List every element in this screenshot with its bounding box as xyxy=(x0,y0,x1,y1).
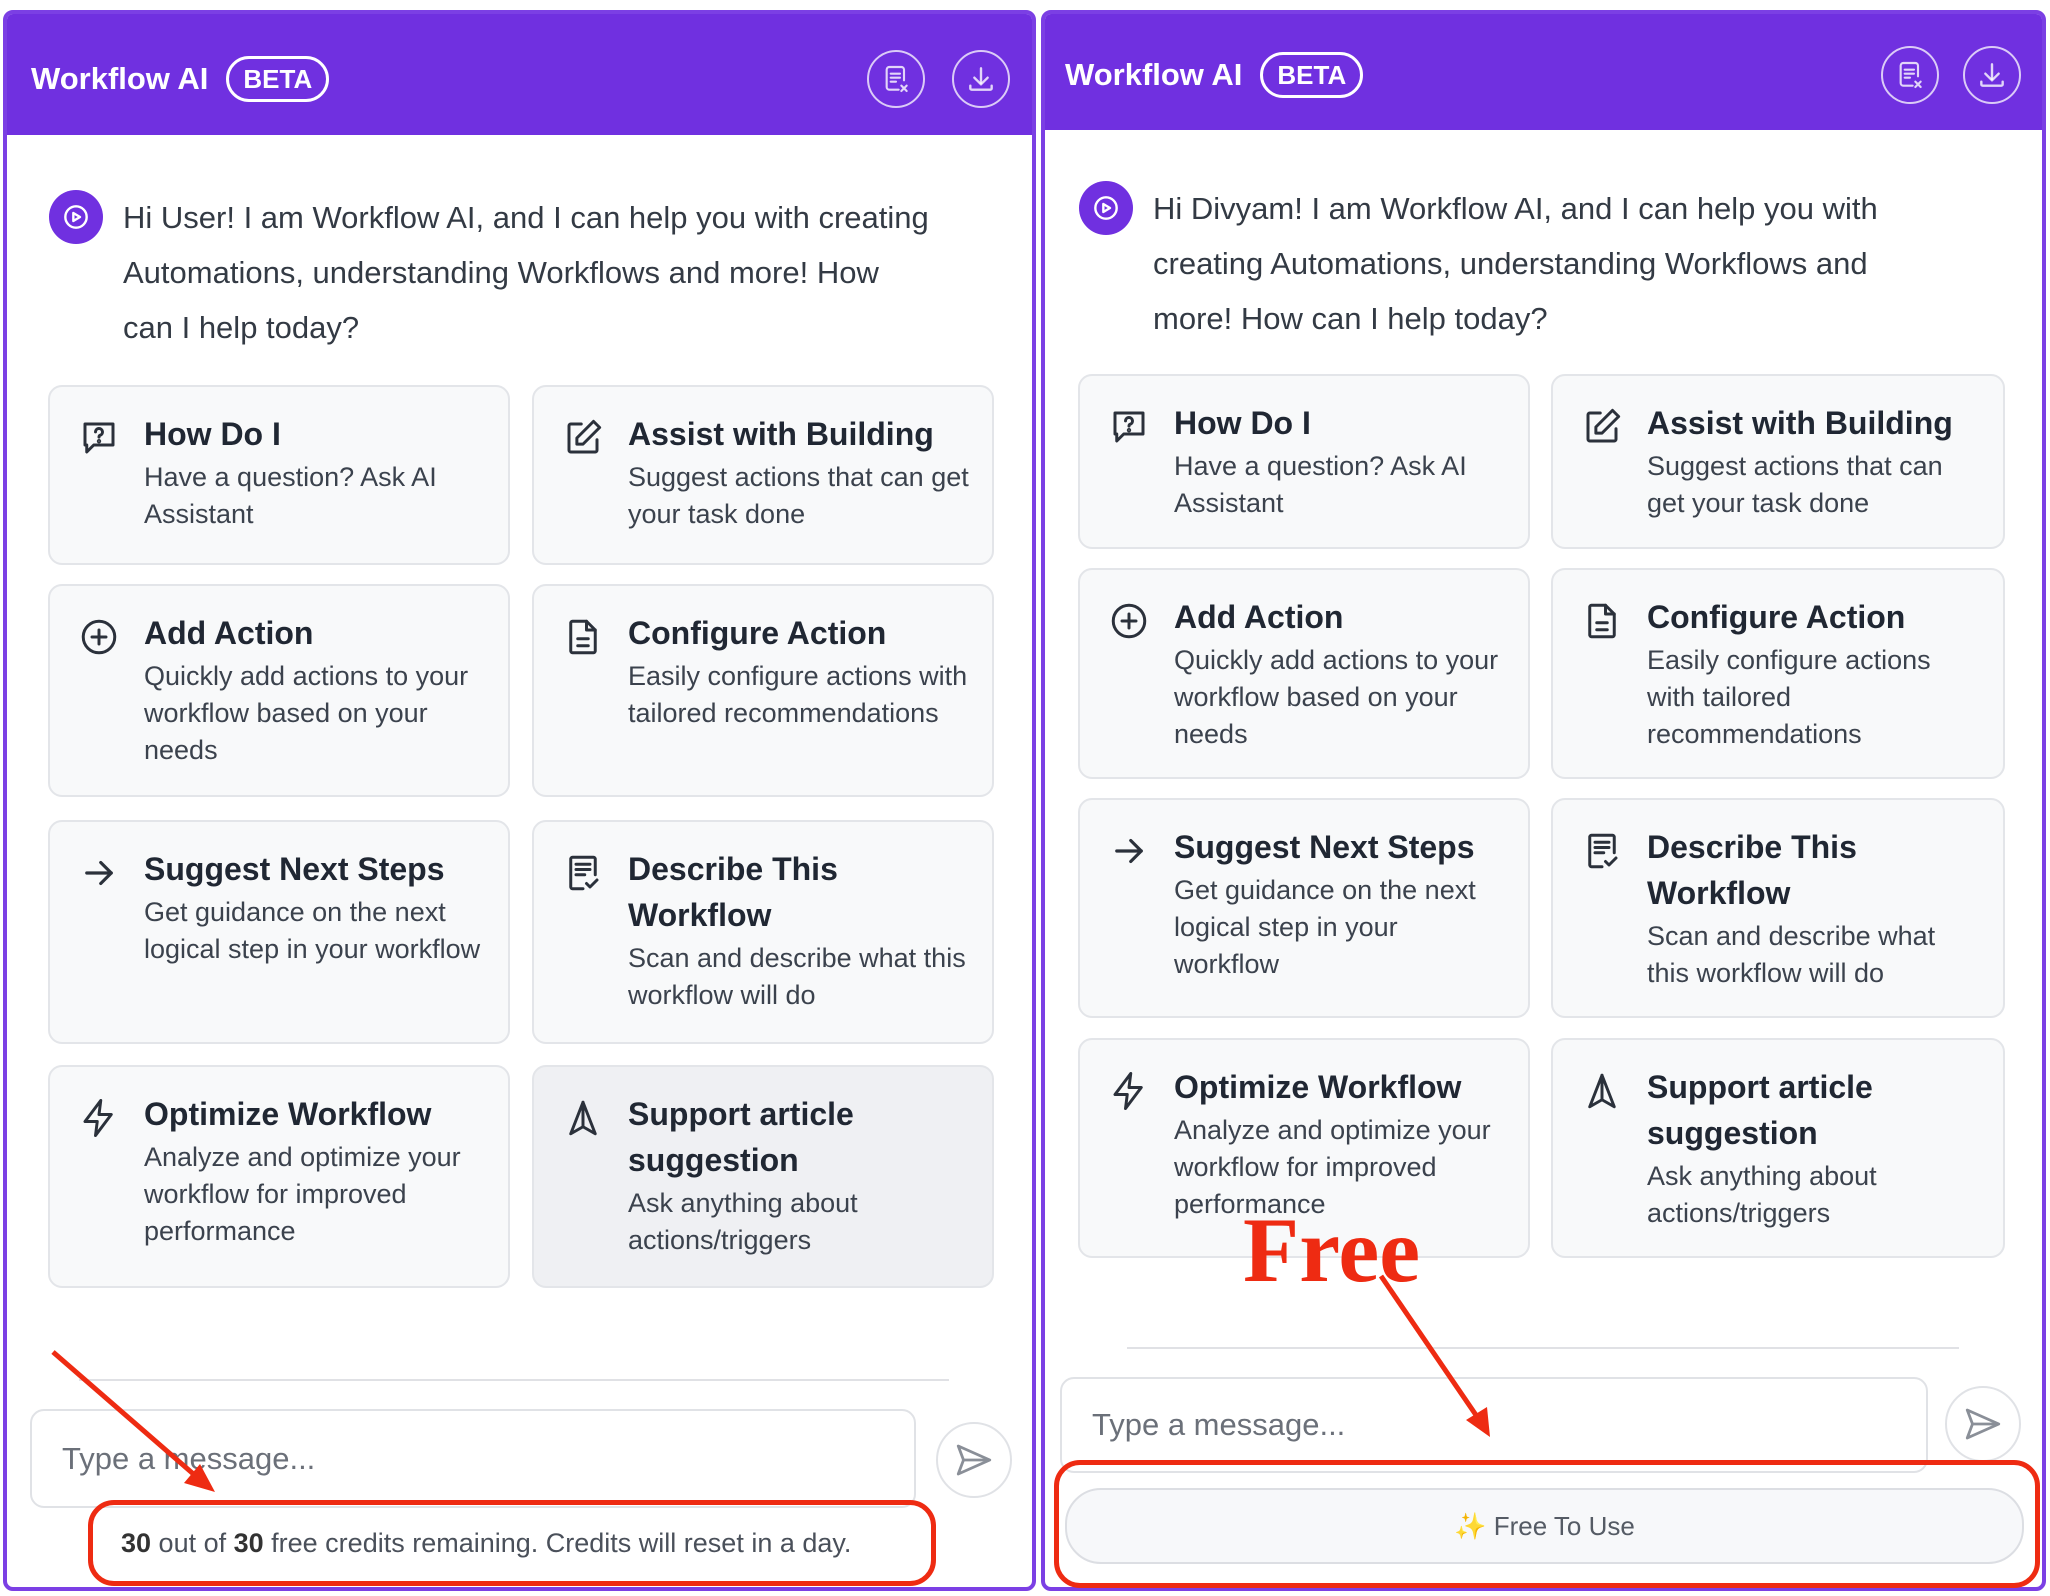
card-title: How Do I xyxy=(144,416,281,452)
card-desc: Quickly add actions to your workflow bas… xyxy=(1174,645,1499,749)
card-suggest-next-steps[interactable]: Suggest Next Steps Get guidance on the ne… xyxy=(48,820,510,1044)
ai-bot-icon xyxy=(1094,196,1118,220)
question-chat-icon xyxy=(83,422,115,454)
card-desc: Have a question? Ask AI Assistant xyxy=(144,462,437,529)
beta-badge: BETA xyxy=(1260,52,1364,98)
card-desc: Ask anything about actions/triggers xyxy=(628,1188,858,1255)
card-title: Configure Action xyxy=(628,615,887,651)
document-icon xyxy=(1588,603,1616,639)
card-title: Suggest Next Steps xyxy=(1174,829,1475,865)
greeting-message: Hi User! I am Workflow AI, and I can hel… xyxy=(49,190,929,355)
free-annotation-label: Free xyxy=(1243,1199,1421,1301)
message-input[interactable]: Type a message... xyxy=(30,1409,916,1508)
card-desc: Have a question? Ask AI Assistant xyxy=(1174,451,1467,518)
card-desc: Suggest actions that can get your task d… xyxy=(628,462,969,529)
arrow-right-icon xyxy=(85,860,113,886)
divider xyxy=(1127,1347,1959,1349)
checklist-icon xyxy=(1588,833,1618,869)
card-suggest-next-steps[interactable]: Suggest Next Steps Get guidance on the ne… xyxy=(1078,798,1530,1018)
card-title: Assist with Building xyxy=(628,416,934,452)
card-title: Optimize Workflow xyxy=(1174,1069,1462,1105)
card-title: Describe This Workflow xyxy=(628,851,838,933)
card-title: Support article suggestion xyxy=(628,1096,854,1178)
lightning-icon xyxy=(1113,1072,1143,1110)
card-title: Add Action xyxy=(1174,599,1344,635)
lightning-icon xyxy=(83,1099,113,1137)
clear-chat-icon xyxy=(1899,61,1922,89)
panel-header: Workflow AI BETA xyxy=(7,14,1032,135)
download-button[interactable] xyxy=(1963,46,2021,104)
card-optimize-workflow[interactable]: Optimize Workflow Analyze and optimize yo… xyxy=(48,1065,510,1288)
card-title: Optimize Workflow xyxy=(144,1096,432,1132)
divider xyxy=(79,1379,949,1381)
card-title: Describe This Workflow xyxy=(1647,829,1857,911)
credits-highlight-box xyxy=(88,1500,936,1586)
app-title: Workflow AI xyxy=(1065,57,1243,92)
send-icon xyxy=(956,1444,992,1476)
app-title: Workflow AI xyxy=(31,61,209,96)
arrow-right-icon xyxy=(1115,838,1143,864)
card-desc: Quickly add actions to your workflow bas… xyxy=(144,661,469,765)
navigation-icon xyxy=(569,1100,597,1136)
card-desc: Ask anything about actions/triggers xyxy=(1647,1161,1877,1228)
card-how-do-i[interactable]: How Do I Have a question? Ask AI Assistan… xyxy=(1078,374,1530,549)
send-button[interactable] xyxy=(936,1422,1012,1498)
card-title: Support article suggestion xyxy=(1647,1069,1873,1151)
plus-circle-icon xyxy=(1111,603,1147,639)
card-support-article-suggestion[interactable]: Support article suggestion Ask anything a… xyxy=(1551,1038,2005,1258)
clear-chat-button[interactable] xyxy=(1881,46,1939,104)
card-title: Configure Action xyxy=(1647,599,1906,635)
card-desc: Get guidance on the next logical step in… xyxy=(144,897,481,964)
greeting-message: Hi Divyam! I am Workflow AI, and I can h… xyxy=(1079,181,1919,346)
card-assist-with-building[interactable]: Assist with Building Suggest actions that… xyxy=(1551,374,2005,549)
greeting-text: Hi Divyam! I am Workflow AI, and I can h… xyxy=(1153,191,1878,336)
card-desc: Suggest actions that can get your task d… xyxy=(1647,451,1943,518)
card-configure-action[interactable]: Configure Action Easily configure actions… xyxy=(1551,568,2005,779)
navigation-icon xyxy=(1588,1073,1616,1109)
plus-circle-icon xyxy=(81,619,117,655)
card-desc: Scan and describe what this workflow wil… xyxy=(628,943,966,1010)
card-title: How Do I xyxy=(1174,405,1311,441)
card-configure-action[interactable]: Configure Action Easily configure actions… xyxy=(532,584,994,797)
chat-panel-credits: Workflow AI BETA Hi User! I am Workflow … xyxy=(3,10,1036,1591)
question-chat-icon xyxy=(1113,411,1145,443)
card-how-do-i[interactable]: How Do I Have a question? Ask AI Assistan… xyxy=(48,385,510,565)
download-icon xyxy=(969,67,993,91)
card-desc: Easily configure actions with tailored r… xyxy=(1647,645,1931,749)
card-desc: Easily configure actions with tailored r… xyxy=(628,661,968,728)
beta-badge: BETA xyxy=(226,56,330,102)
card-title: Suggest Next Steps xyxy=(144,851,445,887)
clear-chat-button[interactable] xyxy=(867,50,925,108)
card-add-action[interactable]: Add Action Quickly add actions to your wo… xyxy=(48,584,510,797)
document-icon xyxy=(569,619,597,655)
ai-avatar xyxy=(1079,181,1133,235)
card-support-article-suggestion[interactable]: Support article suggestion Ask anything a… xyxy=(532,1065,994,1288)
download-button[interactable] xyxy=(952,50,1010,108)
greeting-text: Hi User! I am Workflow AI, and I can hel… xyxy=(123,200,929,345)
send-icon xyxy=(1965,1408,2001,1440)
free-highlight-box xyxy=(1054,1460,2040,1588)
edit-icon xyxy=(1586,408,1621,443)
checklist-icon xyxy=(569,855,599,891)
ai-bot-icon xyxy=(64,205,88,229)
card-desc: Analyze and optimize your workflow for i… xyxy=(144,1142,461,1246)
card-add-action[interactable]: Add Action Quickly add actions to your wo… xyxy=(1078,568,1530,779)
download-icon xyxy=(1980,63,2004,87)
card-desc: Get guidance on the next logical step in… xyxy=(1174,875,1476,979)
message-input[interactable]: Type a message... xyxy=(1060,1377,1928,1473)
edit-icon xyxy=(567,419,602,454)
brand: Workflow AI BETA xyxy=(1065,52,1364,98)
brand: Workflow AI BETA xyxy=(31,56,330,102)
card-assist-with-building[interactable]: Assist with Building Suggest actions that… xyxy=(532,385,994,565)
send-button[interactable] xyxy=(1945,1386,2021,1462)
chat-panel-free: Workflow AI BETA Hi Divyam! I am Workflo… xyxy=(1041,10,2046,1591)
card-describe-this-workflow[interactable]: Describe This Workflow Scan and describe … xyxy=(532,820,994,1044)
ai-avatar xyxy=(49,190,103,244)
clear-chat-icon xyxy=(885,65,908,93)
card-title: Add Action xyxy=(144,615,314,651)
panel-header: Workflow AI BETA xyxy=(1045,14,2042,130)
card-title: Assist with Building xyxy=(1647,405,1953,441)
card-desc: Scan and describe what this workflow wil… xyxy=(1647,921,1936,988)
card-describe-this-workflow[interactable]: Describe This Workflow Scan and describe … xyxy=(1551,798,2005,1018)
